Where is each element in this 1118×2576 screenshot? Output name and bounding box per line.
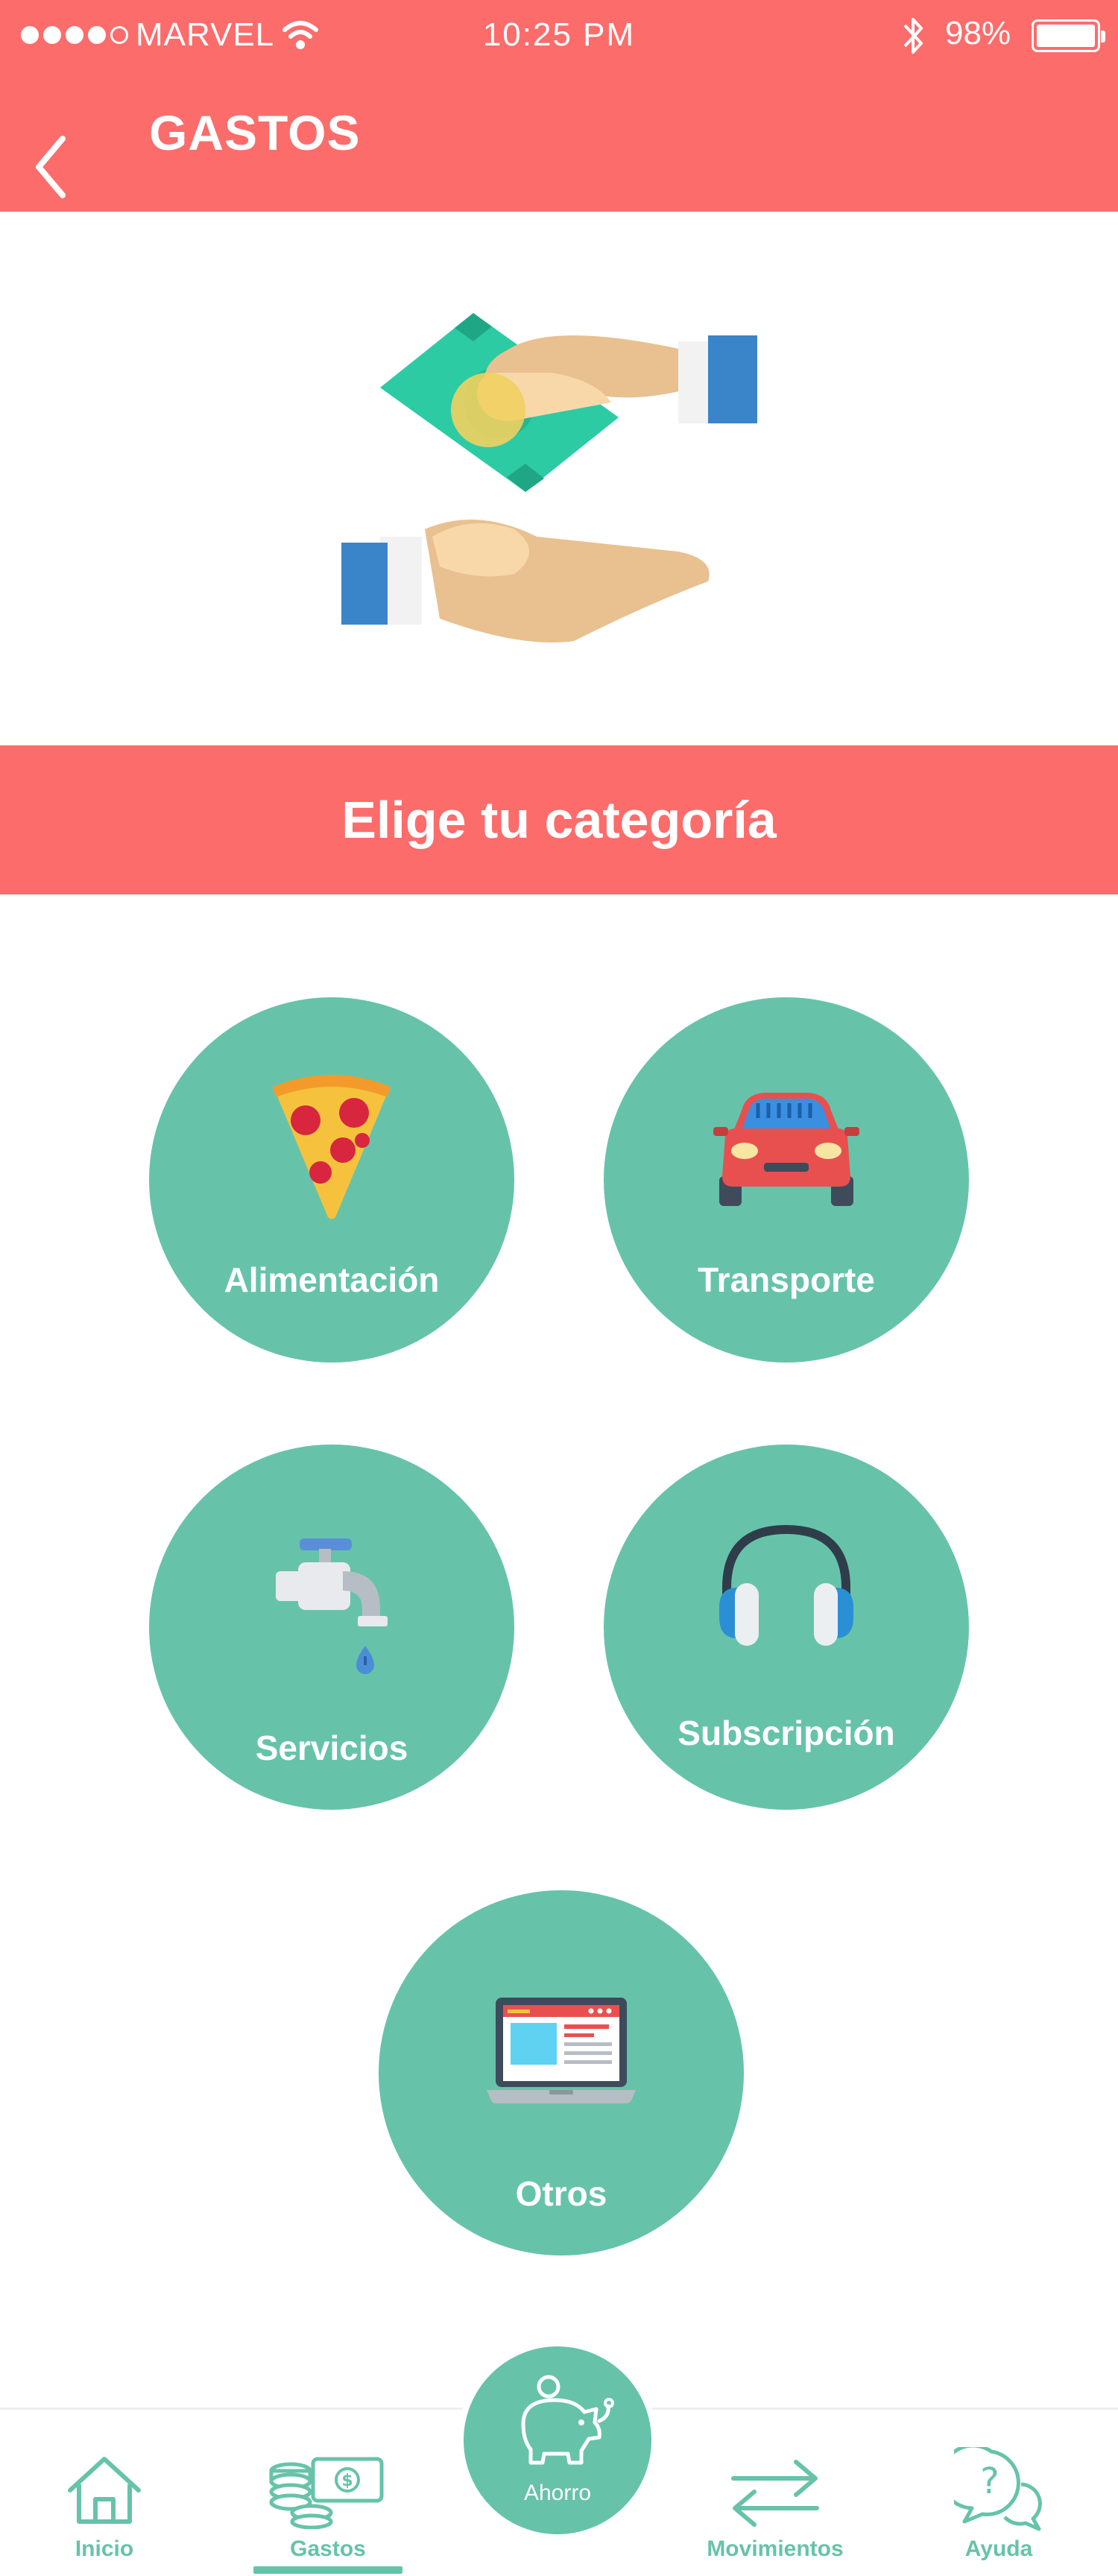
category-subscripcion-button[interactable]: Subscripción: [604, 1445, 969, 1810]
laptop-icon: [487, 1998, 636, 2103]
home-icon: [68, 2457, 141, 2524]
nav-label: Gastos: [290, 2536, 366, 2561]
category-banner: Elige tu categoría: [0, 745, 1118, 894]
category-label: Transporte: [698, 1260, 875, 1299]
category-servicios-button[interactable]: Servicios: [149, 1445, 514, 1810]
nav-item-gastos[interactable]: $ Gastos: [253, 2410, 402, 2576]
battery-icon: [1032, 19, 1105, 52]
nav-label: Inicio: [75, 2536, 134, 2561]
category-label: Otros: [515, 2174, 607, 2213]
category-label: Alimentación: [224, 1260, 440, 1299]
car-icon: [713, 1093, 859, 1206]
svg-text:$: $: [341, 2472, 353, 2490]
status-bar: MARVEL 10:25 PM 98%: [0, 0, 1118, 67]
nav-item-ahorro[interactable]: Ahorro: [458, 2340, 657, 2540]
nav-item-ayuda[interactable]: ? Ayuda: [939, 2410, 1058, 2576]
nav-item-inicio[interactable]: Inicio: [45, 2410, 164, 2576]
battery-percentage: 98%: [945, 15, 1011, 51]
transfer-arrows-icon: [731, 2460, 819, 2527]
category-label: Servicios: [255, 1729, 408, 1767]
category-otros-button[interactable]: Otros: [379, 1890, 744, 2255]
nav-label: Movimientos: [707, 2536, 844, 2561]
back-button[interactable]: [30, 134, 75, 201]
category-alimentacion-button[interactable]: Alimentación: [149, 997, 514, 1363]
category-label: Subscripción: [678, 1714, 895, 1752]
headphones-icon: [719, 1524, 853, 1646]
category-transporte-button[interactable]: Transporte: [604, 997, 969, 1363]
svg-text:?: ?: [980, 2460, 999, 2502]
piggy-bank-icon: [521, 2375, 614, 2465]
banner-title: Elige tu categoría: [341, 791, 777, 849]
bluetooth-icon: [903, 18, 923, 54]
coins-money-icon: $: [269, 2457, 384, 2529]
nav-label: Ahorro: [523, 2481, 592, 2505]
active-tab-indicator: [253, 2566, 402, 2574]
help-chat-icon: ?: [954, 2447, 1042, 2531]
pizza-slice-icon: [273, 1075, 391, 1219]
water-faucet-icon: [276, 1538, 388, 1674]
money-exchange-hands-icon: [341, 313, 757, 643]
nav-label: Ayuda: [964, 2536, 1033, 2561]
page-title: GASTOS: [149, 105, 361, 160]
nav-item-movimientos[interactable]: Movimientos: [693, 2410, 857, 2576]
chevron-left-icon: [36, 136, 66, 198]
